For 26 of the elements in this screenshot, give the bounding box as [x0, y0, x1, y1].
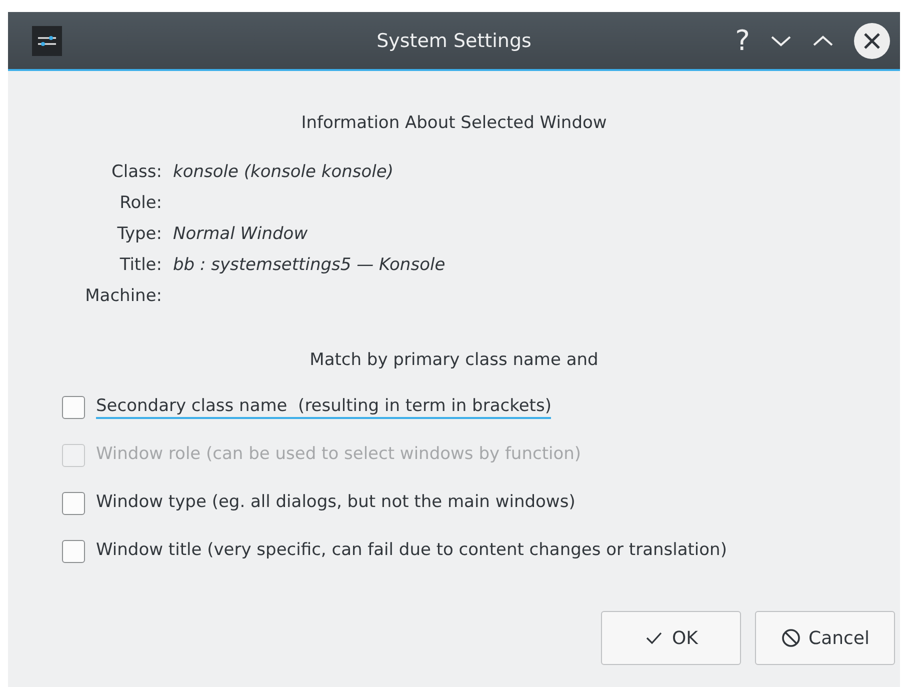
field-value: konsole (konsole konsole)	[173, 161, 394, 184]
section-heading: Information About Selected Window	[300, 113, 608, 133]
field-label: Class:	[110, 161, 162, 184]
field-label: Machine:	[84, 285, 162, 308]
ok-button[interactable]: OK	[601, 611, 741, 665]
cancel-button[interactable]: Cancel	[755, 611, 895, 665]
help-button[interactable]: ?	[735, 26, 750, 54]
checkbox-label[interactable]: Window title (very specific, can fail due to content changes or translation)	[96, 540, 727, 562]
checkbox[interactable]	[62, 492, 85, 514]
sliders-icon	[32, 26, 62, 56]
field-label: Type:	[116, 223, 162, 246]
checkbox[interactable]	[62, 396, 85, 418]
minimize-icon[interactable]	[770, 34, 792, 48]
field-label: Role:	[118, 192, 162, 215]
field-value: bb : systemsettings5 — Konsole	[173, 254, 446, 277]
checkbox-label[interactable]: Secondary class name (resulting in term in brackets)	[96, 396, 552, 418]
section-heading: Match by primary class name and	[308, 350, 600, 370]
cancel-icon	[780, 628, 800, 648]
field-value: Normal Window	[173, 223, 309, 246]
checkbox[interactable]	[62, 540, 85, 562]
checkbox-label[interactable]: Window type (eg. all dialogs, but not the main windows)	[96, 492, 576, 514]
maximize-icon[interactable]	[812, 34, 834, 48]
field-label: Title:	[118, 254, 162, 277]
checkmark-icon	[644, 630, 664, 646]
close-icon[interactable]	[854, 22, 890, 58]
window-title: System Settings	[376, 30, 532, 52]
